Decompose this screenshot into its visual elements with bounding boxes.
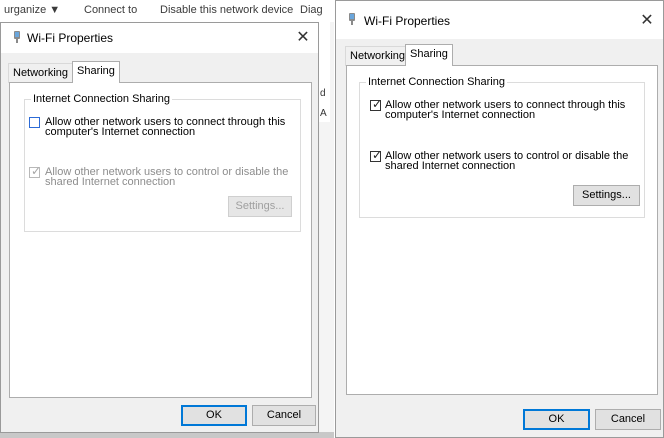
- tab-sharing[interactable]: Sharing: [72, 61, 120, 83]
- background-toolbar: urganize ▼ Connect to Disable this netwo…: [0, 0, 330, 22]
- wifi-adapter-icon: [14, 31, 20, 43]
- organize-menu[interactable]: urganize ▼: [4, 4, 60, 16]
- ok-button[interactable]: OK: [523, 409, 590, 430]
- ics-group: Internet Connection Sharing Allow other …: [24, 93, 301, 232]
- wifi-properties-dialog-right: Wi-Fi Properties ✕ Networking Sharing In…: [335, 0, 664, 438]
- tab-networking[interactable]: Networking: [8, 63, 74, 83]
- settings-button[interactable]: Settings...: [228, 196, 292, 217]
- connect-to-command[interactable]: Connect to: [84, 4, 137, 16]
- sharing-tab-panel: Internet Connection Sharing Allow other …: [9, 82, 312, 398]
- title-bar: Wi-Fi Properties ✕: [1, 23, 318, 53]
- ok-button[interactable]: OK: [181, 405, 247, 426]
- allow-control-checkbox[interactable]: ✓: [370, 148, 383, 162]
- wifi-adapter-icon: [349, 13, 355, 25]
- ics-group: Internet Connection Sharing ✓ Allow othe…: [359, 76, 645, 218]
- tab-networking[interactable]: Networking: [345, 46, 411, 66]
- allow-connect-checkbox[interactable]: ✓: [370, 97, 383, 111]
- title-bar: Wi-Fi Properties ✕: [336, 1, 663, 39]
- group-title: Internet Connection Sharing: [366, 76, 507, 88]
- settings-button[interactable]: Settings...: [573, 185, 640, 206]
- check-mark-icon: ✓: [372, 148, 383, 162]
- background-letter: A: [320, 108, 327, 119]
- allow-control-label-2: shared Internet connection: [385, 160, 516, 172]
- cancel-button[interactable]: Cancel: [595, 409, 661, 430]
- disable-device-command[interactable]: Disable this network device: [160, 4, 293, 16]
- close-icon[interactable]: ✕: [291, 27, 315, 49]
- allow-connect-label-2: computer's Internet connection: [45, 126, 196, 138]
- check-mark-icon: ✓: [372, 97, 383, 111]
- check-mark-icon: ✓: [31, 164, 42, 178]
- allow-control-checkbox[interactable]: ✓: [29, 164, 42, 178]
- allow-control-label-2: shared Internet connection: [45, 176, 176, 188]
- background-side: d A: [318, 22, 330, 122]
- allow-connect-checkbox[interactable]: [29, 117, 40, 128]
- group-title: Internet Connection Sharing: [31, 93, 172, 105]
- dialog-title: Wi-Fi Properties: [364, 14, 451, 28]
- diagnose-command[interactable]: Diag: [300, 4, 323, 16]
- cancel-button[interactable]: Cancel: [252, 405, 316, 426]
- wifi-properties-dialog-left: Wi-Fi Properties ✕ Networking Sharing In…: [0, 22, 319, 433]
- background-letter: d: [320, 88, 326, 99]
- sharing-tab-panel: Internet Connection Sharing ✓ Allow othe…: [346, 65, 658, 395]
- tab-sharing[interactable]: Sharing: [405, 44, 453, 66]
- close-icon[interactable]: ✕: [635, 10, 659, 32]
- dialog-title: Wi-Fi Properties: [27, 31, 114, 45]
- allow-connect-label-2: computer's Internet connection: [385, 109, 536, 121]
